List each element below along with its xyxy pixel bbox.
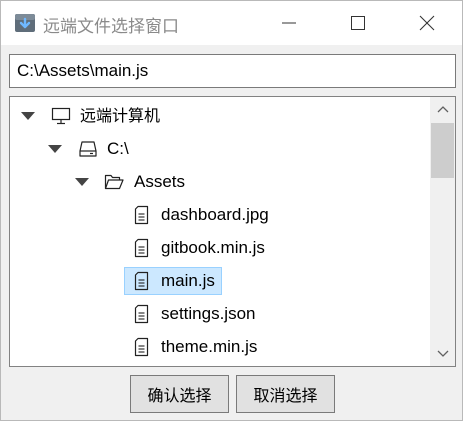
file-icon: [134, 238, 149, 258]
tree-item-label: Assets: [134, 172, 186, 191]
tree-item-label: C:\: [107, 139, 129, 158]
file-icon: [134, 304, 149, 324]
scroll-thumb[interactable]: [431, 123, 454, 178]
vertical-scrollbar[interactable]: [430, 97, 455, 366]
expand-arrow-icon[interactable]: [18, 101, 38, 131]
tree-item-label: gitbook.min.js: [161, 238, 265, 257]
file-tree: 远端计算机 C:\ Assets dashboard.jpg gitbook.m…: [9, 96, 456, 367]
tree-item-label: dashboard.jpg: [161, 205, 269, 224]
tree-item-drive-c[interactable]: C:\: [10, 134, 430, 164]
chevron-down-icon: [437, 350, 448, 357]
tree-item-file-selected[interactable]: main.js: [10, 266, 430, 296]
app-icon: [15, 14, 35, 32]
tree-item-label: theme.min.js: [161, 337, 258, 356]
minimize-button[interactable]: [254, 1, 324, 45]
tree-item-file[interactable]: theme.min.js: [10, 332, 430, 362]
expand-arrow-icon[interactable]: [45, 134, 65, 164]
tree-item-folder-assets[interactable]: Assets: [10, 167, 430, 197]
tree-item-file[interactable]: gitbook.min.js: [10, 233, 430, 263]
minimize-icon: [282, 22, 296, 24]
close-icon: [419, 15, 435, 31]
close-button[interactable]: [392, 1, 462, 45]
window-title: 远端文件选择窗口: [43, 17, 179, 37]
path-field-container: [9, 54, 456, 88]
tree-item-file[interactable]: dashboard.jpg: [10, 200, 430, 230]
maximize-button[interactable]: [323, 1, 393, 45]
chevron-up-icon: [437, 106, 448, 113]
path-input[interactable]: [10, 55, 455, 87]
folder-open-icon: [104, 174, 124, 190]
monitor-icon: [51, 107, 71, 125]
file-picker-window: 远端文件选择窗口 C:\Assets\main.js 远端计算机 C:\ Ass…: [0, 0, 463, 421]
file-icon: [134, 205, 149, 225]
maximize-icon: [351, 16, 365, 30]
cancel-selection-button[interactable]: 取消选择: [236, 375, 335, 413]
drive-icon: [79, 141, 97, 157]
tree-item-remote-computer[interactable]: 远端计算机: [10, 101, 430, 131]
title-bar[interactable]: 远端文件选择窗口: [1, 1, 462, 45]
tree-item-label: settings.json: [161, 304, 256, 323]
confirm-selection-button[interactable]: 确认选择: [130, 375, 229, 413]
tree-item-label: 远端计算机: [80, 106, 161, 125]
scroll-down-button[interactable]: [430, 342, 455, 366]
scroll-up-button[interactable]: [430, 97, 455, 121]
file-icon: [134, 337, 149, 357]
file-icon: [134, 271, 149, 291]
tree-item-label: main.js: [161, 271, 215, 290]
expand-arrow-icon[interactable]: [72, 167, 92, 197]
tree-item-file[interactable]: settings.json: [10, 299, 430, 329]
